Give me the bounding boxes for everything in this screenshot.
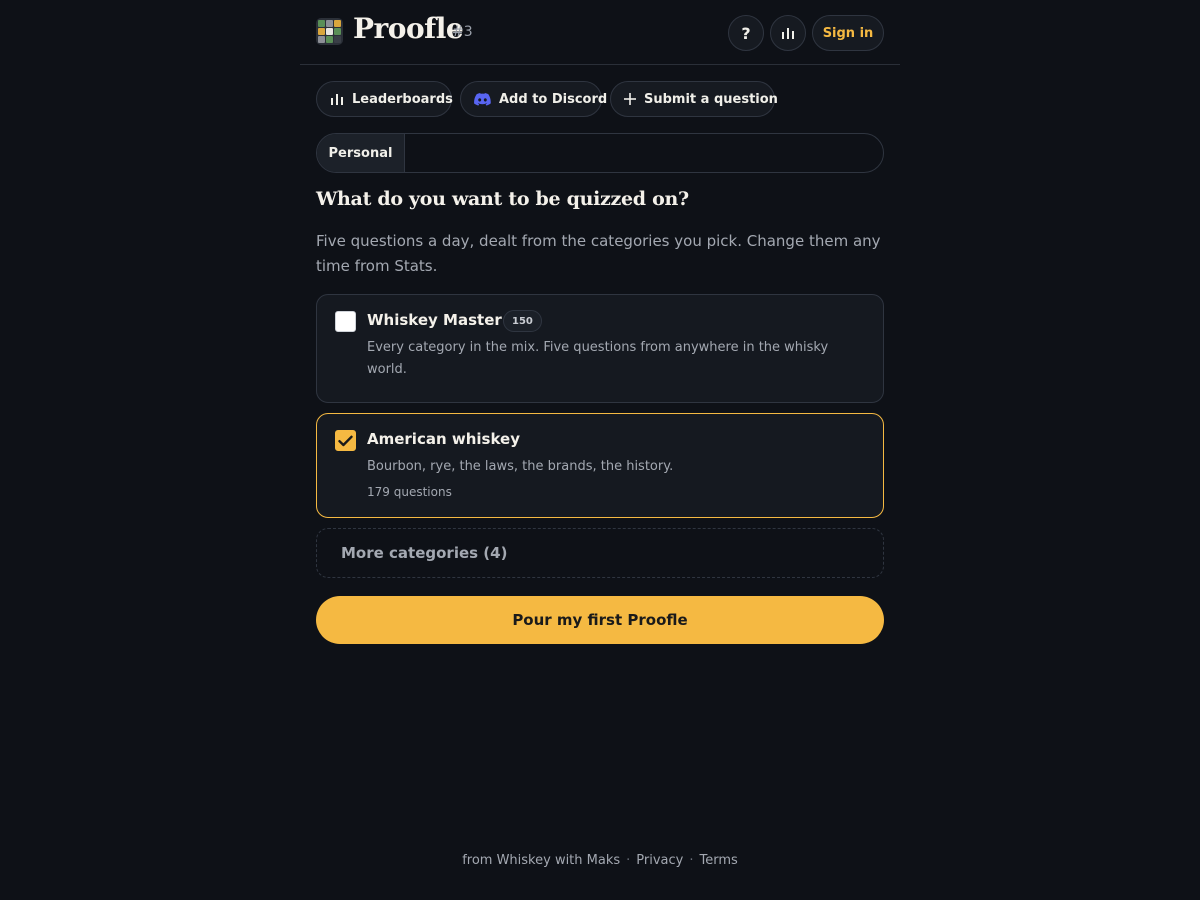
signin-button[interactable]: Sign in (812, 15, 884, 51)
submit-question-button[interactable]: Submit a question (610, 81, 778, 117)
footer-separator: · (689, 853, 694, 868)
privacy-link[interactable]: Privacy (636, 853, 683, 868)
checkmark-icon (338, 435, 353, 446)
more-categories-toggle[interactable]: More categories (4) (316, 528, 884, 578)
discord-icon (474, 92, 491, 106)
bar-chart-icon (331, 94, 343, 105)
brand-title: Proofle (353, 12, 464, 45)
discord-label: Add to Discord (499, 91, 608, 107)
grid-logo-icon (316, 18, 343, 45)
category-card-whiskey-master[interactable]: Whiskey Master 150 Every category in the… (316, 294, 884, 403)
category-description: Every category in the mix. Five question… (367, 340, 829, 377)
page-heading: What do you want to be quizzed on? (316, 188, 689, 210)
category-checkbox[interactable] (335, 311, 356, 332)
submit-label: Submit a question (644, 91, 778, 107)
footer-credit: from Whiskey with Maks (462, 853, 621, 868)
tab-personal[interactable]: Personal (317, 134, 405, 172)
leaderboards-button[interactable]: Leaderboards (316, 81, 453, 117)
stats-button[interactable] (770, 15, 806, 51)
help-button[interactable]: ? (728, 15, 764, 51)
terms-link[interactable]: Terms (700, 853, 738, 868)
puzzle-number: #3 (452, 24, 473, 40)
category-title: Whiskey Master (367, 311, 502, 329)
category-description: Bourbon, rye, the laws, the brands, the … (367, 459, 674, 474)
leaderboards-label: Leaderboards (352, 91, 453, 107)
question-count: 179 questions (367, 485, 452, 499)
help-label: ? (741, 23, 751, 43)
intro-text: Five questions a day, dealt from the cat… (316, 232, 881, 275)
footer: from Whiskey with Maks · Privacy · Terms (0, 853, 1200, 868)
mode-tabs: Personal (316, 133, 884, 173)
start-quiz-button[interactable]: Pour my first Proofle (316, 596, 884, 644)
category-title: American whiskey (367, 430, 520, 448)
question-count-badge: 150 (503, 310, 542, 332)
top-header: Proofle #3 ? Sign in (300, 0, 900, 65)
add-to-discord-button[interactable]: Add to Discord (460, 81, 607, 117)
category-card-american-whiskey[interactable]: American whiskey Bourbon, rye, the laws,… (316, 413, 884, 518)
footer-separator: · (626, 853, 631, 868)
plus-icon (624, 93, 636, 105)
app-root: Proofle #3 ? Sign in Leaderboards Add to… (0, 0, 1200, 900)
category-checkbox[interactable] (335, 430, 356, 451)
bar-chart-icon (782, 28, 794, 39)
